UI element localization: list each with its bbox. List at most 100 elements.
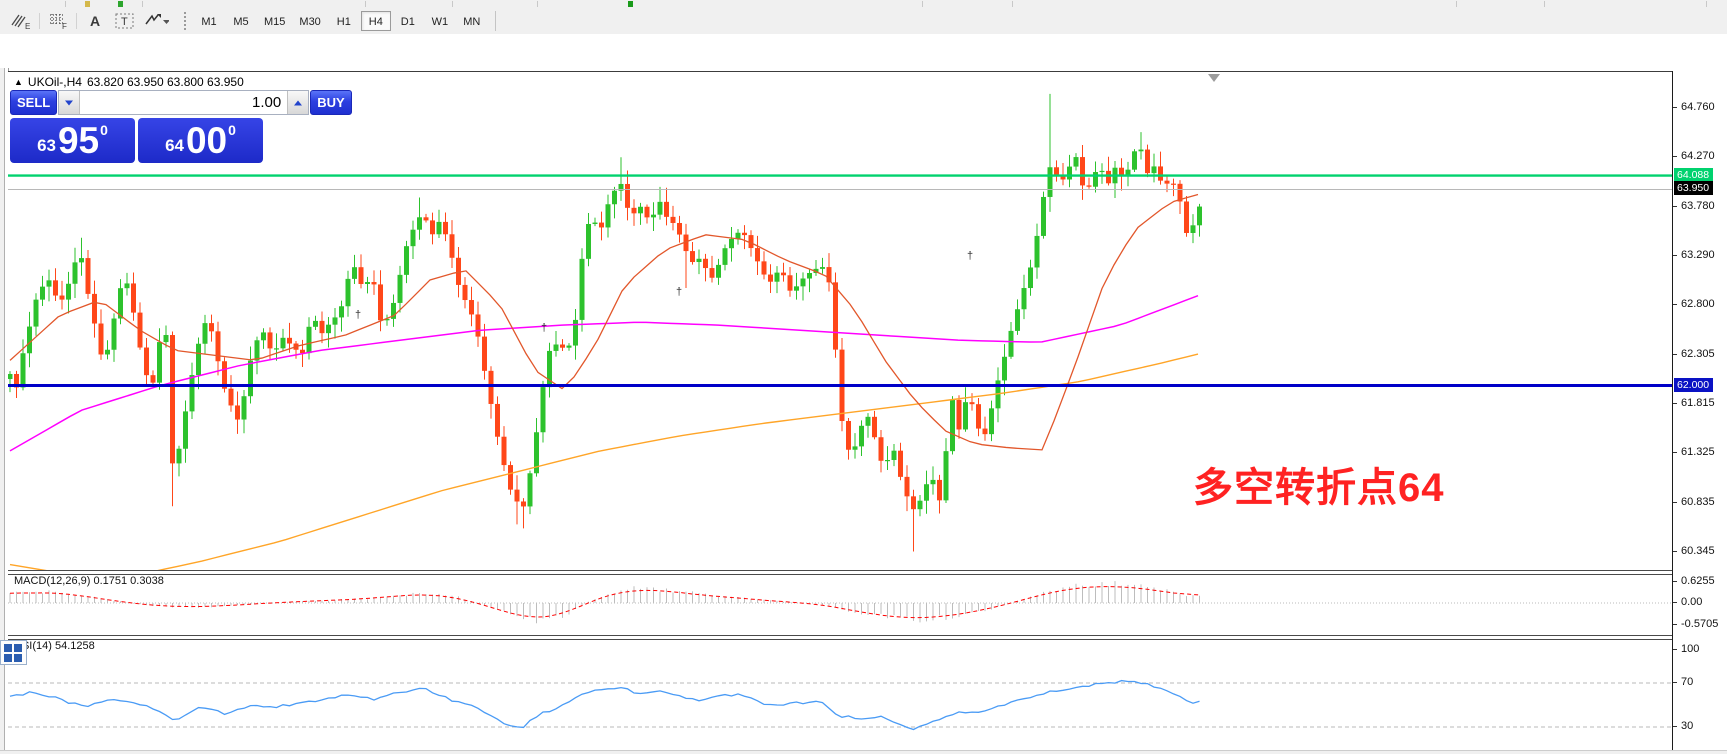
- timeframe-button-h1[interactable]: H1: [329, 11, 359, 31]
- toolbar-separator: [76, 13, 77, 29]
- volume-increase-button[interactable]: [287, 91, 308, 114]
- toolbar-separator: [65, 1, 66, 7]
- text-box-icon[interactable]: T: [110, 9, 140, 33]
- axis-tick: [1673, 581, 1677, 582]
- main-toolbar: E F A T M1M5M15M30H1H4D1W1MN: [0, 8, 1727, 35]
- svg-text:†: †: [676, 286, 682, 298]
- rsi-axis-label: 100: [1681, 643, 1699, 655]
- rsi-axis-label: 30: [1681, 720, 1693, 732]
- axis-tick: [1673, 726, 1677, 727]
- axis-tick: [1673, 403, 1677, 404]
- chart-workspace: †††† 4 Nov 20196 Nov 21:008 Nov 21:0012 …: [0, 34, 1727, 754]
- ohlc-values: 63.820 63.950 63.800 63.950: [87, 75, 244, 89]
- axis-tick: [1673, 602, 1677, 603]
- price-tag: 64.088: [1674, 168, 1713, 182]
- toolbar-separator: [452, 1, 453, 7]
- axis-tick: [1673, 156, 1677, 157]
- axis-tick: [1673, 255, 1677, 256]
- axis-tick: [1673, 452, 1677, 453]
- price-axis[interactable]: 64.760 64.270 63.780 63.290 62.800 62.305 61.8…: [1672, 71, 1727, 754]
- timeframe-button-d1[interactable]: D1: [393, 11, 423, 31]
- volume-input[interactable]: [80, 91, 287, 114]
- volume-control: [58, 90, 309, 115]
- window-bottom-frame: [0, 750, 1727, 754]
- timeframe-button-w1[interactable]: W1: [425, 11, 455, 31]
- toolbar-separator: [1706, 1, 1707, 7]
- price-axis-label: 61.815: [1681, 397, 1715, 409]
- timeframe-button-m1[interactable]: M1: [194, 11, 224, 31]
- buy-button[interactable]: BUY: [310, 90, 351, 115]
- timeframe-toolbar: M1M5M15M30H1H4D1W1MN: [194, 11, 487, 31]
- svg-text:T: T: [121, 16, 128, 28]
- price-axis-label: 64.760: [1681, 101, 1715, 113]
- macd-panel[interactable]: [8, 573, 1672, 635]
- axis-tick: [1673, 624, 1677, 625]
- sell-button[interactable]: SELL: [10, 90, 57, 115]
- text-label-icon[interactable]: A: [80, 9, 110, 33]
- macd-axis-label: 0.00: [1681, 596, 1702, 608]
- one-click-trading-panel: SELL BUY 63950 64000: [10, 90, 266, 163]
- svg-text:†: †: [967, 250, 973, 262]
- svg-text:A: A: [90, 13, 100, 29]
- rsi-panel[interactable]: [8, 638, 1672, 754]
- collapse-triangle-icon[interactable]: ▲: [14, 77, 23, 87]
- chart-shift-marker[interactable]: [1208, 74, 1220, 82]
- price-axis-label: 63.290: [1681, 249, 1715, 261]
- price-axis-label: 64.270: [1681, 150, 1715, 162]
- timeframe-button-mn[interactable]: MN: [457, 11, 487, 31]
- price-axis-label: 61.325: [1681, 446, 1715, 458]
- macd-label: MACD(12,26,9) 0.1751 0.3038: [14, 575, 164, 587]
- mini-icon: [118, 1, 123, 7]
- svg-text:F: F: [62, 22, 67, 31]
- tool-icon-group: E F A T: [0, 9, 170, 33]
- svg-text:†: †: [355, 309, 361, 321]
- svg-text:†: †: [541, 322, 547, 334]
- sell-price[interactable]: 63950: [10, 118, 135, 163]
- timeframe-button-h4[interactable]: H4: [361, 11, 391, 31]
- mt4-window: E F A T M1M5M15M30H1H4D1W1MN † † † †: [0, 0, 1727, 754]
- toolbar-grip[interactable]: [184, 12, 186, 30]
- chart-annotation: 多空转折点64: [1193, 455, 1445, 513]
- price-axis-label: 62.800: [1681, 298, 1715, 310]
- macd-axis-label: -0.5705: [1681, 618, 1718, 630]
- toolbar-separator: [537, 1, 538, 7]
- toolbar-separator: [922, 1, 923, 7]
- price-axis-label: 60.345: [1681, 545, 1715, 557]
- toolbar-separator: [1012, 1, 1013, 7]
- timeframe-button-m5[interactable]: M5: [226, 11, 256, 31]
- mini-icon: [628, 1, 633, 7]
- chart-title: ▲ UKOil-,H4 63.820 63.950 63.800 63.950: [14, 75, 244, 89]
- price-axis-label: 60.835: [1681, 496, 1715, 508]
- shapes-dropdown-icon[interactable]: [140, 9, 170, 33]
- price-tag: 63.950: [1674, 181, 1713, 195]
- toolbar-separator: [142, 1, 143, 7]
- toolbar-separator: [365, 1, 366, 7]
- axis-tick: [1673, 304, 1677, 305]
- axis-tick: [1673, 649, 1677, 650]
- buy-price[interactable]: 64000: [138, 118, 263, 163]
- price-axis-label: 62.305: [1681, 348, 1715, 360]
- axis-tick: [1673, 682, 1677, 683]
- axis-tick: [1673, 502, 1677, 503]
- toolbar-separator: [1456, 1, 1457, 7]
- macd-axis-label: 0.6255: [1681, 575, 1715, 587]
- toolbar-separator: [495, 11, 496, 31]
- indicators-icon[interactable]: E: [6, 9, 36, 33]
- timeframe-button-m15[interactable]: M15: [258, 11, 291, 31]
- mini-icon: [85, 1, 90, 7]
- chart-area[interactable]: †††† 4 Nov 20196 Nov 21:008 Nov 21:0012 …: [8, 71, 1672, 754]
- axis-tick: [1673, 354, 1677, 355]
- rsi-axis-label: 70: [1681, 676, 1693, 688]
- price-axis-label: 63.780: [1681, 200, 1715, 212]
- svg-text:E: E: [25, 22, 30, 31]
- timeframe-button-m30[interactable]: M30: [293, 11, 326, 31]
- axis-tick: [1673, 107, 1677, 108]
- grid-icon[interactable]: F: [43, 9, 73, 33]
- axis-tick: [1673, 206, 1677, 207]
- docked-window-icon[interactable]: [0, 640, 27, 665]
- caret-down-icon: [65, 100, 73, 105]
- volume-decrease-button[interactable]: [59, 91, 80, 114]
- price-tag: 62.000: [1674, 378, 1713, 392]
- caret-up-icon: [294, 100, 302, 105]
- axis-tick: [1673, 551, 1677, 552]
